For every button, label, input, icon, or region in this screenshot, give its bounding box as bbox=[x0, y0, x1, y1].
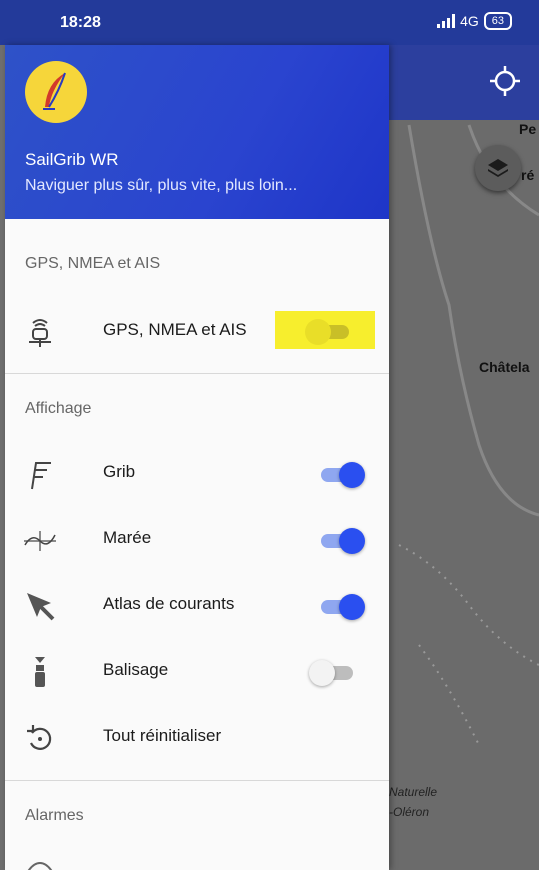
reset-icon bbox=[27, 725, 52, 750]
status-time: 18:28 bbox=[60, 14, 101, 31]
menu-item-gps[interactable]: GPS, NMEA et AIS bbox=[5, 299, 389, 363]
gps-toggle[interactable] bbox=[305, 316, 351, 346]
tide-toggle[interactable] bbox=[319, 525, 365, 555]
toggle-thumb bbox=[339, 594, 365, 620]
navigation-drawer: SailGrib WR Naviguer plus sûr, plus vite… bbox=[5, 45, 389, 870]
map-label: -Oléron bbox=[389, 805, 430, 819]
sail-logo-icon bbox=[43, 72, 66, 110]
currents-toggle[interactable] bbox=[319, 591, 365, 621]
menu-item-grib[interactable]: Grib bbox=[5, 441, 389, 505]
antenna-icon bbox=[29, 319, 51, 347]
map-label: Naturelle bbox=[389, 785, 438, 799]
map-label: Pe bbox=[519, 121, 537, 137]
toggle-thumb bbox=[339, 462, 365, 488]
toggle-thumb bbox=[309, 660, 335, 686]
layers-icon bbox=[488, 159, 508, 177]
buoy-icon bbox=[35, 657, 45, 687]
section-title-gps: GPS, NMEA et AIS bbox=[25, 255, 161, 272]
battery-icon: 63 bbox=[483, 12, 512, 30]
divider bbox=[5, 780, 389, 781]
menu-item-reset[interactable]: Tout réinitialiser bbox=[5, 705, 389, 769]
menu-item-label: Balisage bbox=[103, 660, 169, 679]
map-view[interactable]: Pe ré Châtela Naturelle -Oléron bbox=[389, 45, 539, 870]
arrow-pointer-icon bbox=[27, 593, 55, 621]
alarm-icon bbox=[27, 861, 53, 870]
wind-barb-icon bbox=[31, 462, 51, 490]
section-title-display: Affichage bbox=[25, 400, 92, 417]
layers-button[interactable] bbox=[475, 145, 521, 191]
network-type: 4G bbox=[460, 13, 479, 29]
menu-item-currents[interactable]: Atlas de courants bbox=[5, 573, 389, 637]
menu-item-label: Grib bbox=[103, 462, 136, 481]
map-label: ré bbox=[521, 167, 535, 183]
app-logo bbox=[25, 61, 87, 123]
signal-icon bbox=[437, 14, 456, 28]
menu-item-buoys[interactable]: Balisage bbox=[5, 639, 389, 703]
status-bar: 18:28 4G 63 bbox=[0, 0, 539, 45]
tide-curve-icon bbox=[24, 531, 56, 551]
menu-item-tide[interactable]: Marée bbox=[5, 507, 389, 571]
status-indicators: 4G 63 bbox=[437, 12, 512, 30]
buoys-toggle[interactable] bbox=[309, 657, 355, 687]
app-tagline: Naviguer plus sûr, plus vite, plus loin.… bbox=[25, 177, 298, 194]
menu-item-label: Marée bbox=[103, 528, 152, 547]
section-title-alarms: Alarmes bbox=[25, 807, 84, 824]
toggle-thumb bbox=[305, 319, 331, 345]
app-name: SailGrib WR bbox=[25, 150, 119, 169]
drawer-header: SailGrib WR Naviguer plus sûr, plus vite… bbox=[5, 45, 389, 219]
menu-item-label: Atlas de courants bbox=[103, 594, 235, 613]
menu-item-label: Tout réinitialiser bbox=[103, 726, 222, 745]
crosshair-icon[interactable] bbox=[489, 65, 521, 97]
map-label: Châtela bbox=[479, 359, 530, 375]
toggle-thumb bbox=[339, 528, 365, 554]
menu-item-label: GPS, NMEA et AIS bbox=[103, 320, 247, 339]
divider bbox=[5, 373, 389, 374]
grib-toggle[interactable] bbox=[319, 459, 365, 489]
